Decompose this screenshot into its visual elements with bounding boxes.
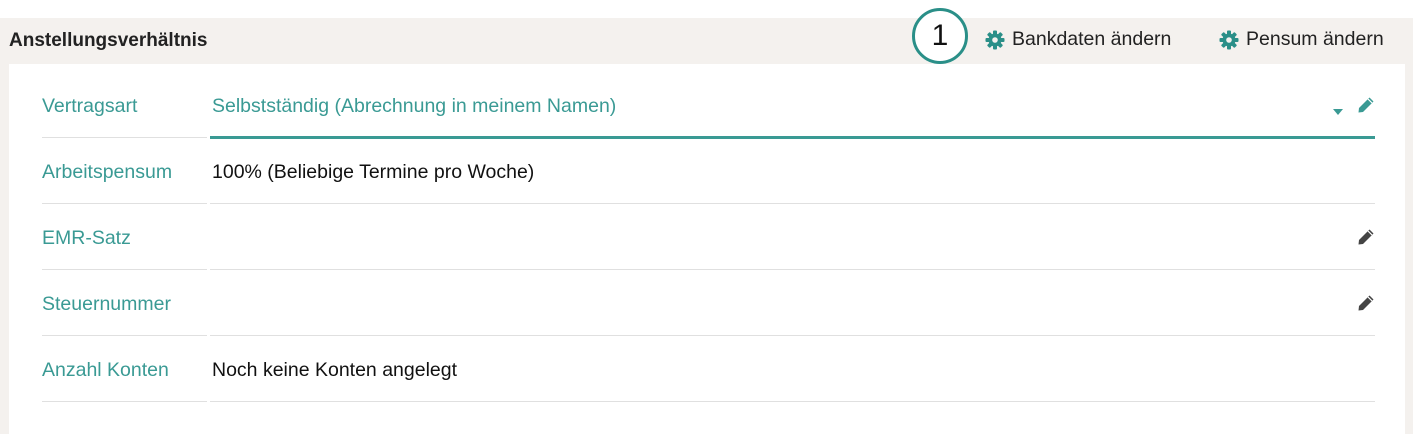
gear-icon (1219, 30, 1239, 50)
field-row-tax-number: Steuernummer (42, 272, 1375, 336)
workload-change-label: Pensum ändern (1246, 28, 1384, 50)
divider (42, 137, 207, 138)
divider (42, 335, 207, 336)
field-row-contract-type: Vertragsart Selbstständig (Abrechnung in… (42, 74, 1375, 139)
field-label: EMR-Satz (42, 227, 131, 249)
pencil-icon[interactable] (1357, 96, 1375, 119)
divider (210, 401, 1375, 402)
field-row-workload: Arbeitspensum 100% (Beliebige Termine pr… (42, 140, 1375, 204)
employment-details-card: Vertragsart Selbstständig (Abrechnung in… (9, 64, 1405, 434)
active-field-underline (210, 136, 1375, 139)
divider (42, 203, 207, 204)
divider (210, 203, 1375, 204)
field-row-emr-rate: EMR-Satz (42, 206, 1375, 270)
employment-panel: Anstellungsverhältnis 1 Bankdaten ändern… (0, 8, 1413, 434)
pencil-icon[interactable] (1357, 228, 1375, 251)
divider (42, 401, 207, 402)
field-value: Noch keine Konten angelegt (212, 359, 458, 381)
bank-details-change-button[interactable]: Bankdaten ändern (985, 28, 1171, 51)
chevron-down-icon[interactable] (1333, 102, 1343, 120)
field-label: Anzahl Konten (42, 359, 169, 381)
pencil-icon[interactable] (1357, 294, 1375, 317)
gear-icon (985, 30, 1005, 50)
field-value: 100% (Beliebige Termine pro Woche) (212, 161, 535, 183)
divider (210, 335, 1375, 336)
field-label: Arbeitspensum (42, 161, 173, 183)
contract-type-select[interactable]: Selbstständig (Abrechnung in meinem Name… (212, 74, 616, 138)
field-label: Steuernummer (42, 293, 171, 315)
field-label: Vertragsart (42, 95, 138, 117)
callout-marker: 1 (912, 8, 968, 64)
bank-details-change-label: Bankdaten ändern (1012, 28, 1172, 50)
section-title: Anstellungsverhältnis (9, 30, 208, 51)
panel-header: Anstellungsverhältnis 1 Bankdaten ändern… (0, 8, 1413, 64)
field-row-account-count: Anzahl Konten Noch keine Konten angelegt (42, 338, 1375, 402)
callout-number: 1 (931, 19, 949, 52)
workload-change-button[interactable]: Pensum ändern (1219, 28, 1384, 51)
divider (210, 269, 1375, 270)
divider (42, 269, 207, 270)
